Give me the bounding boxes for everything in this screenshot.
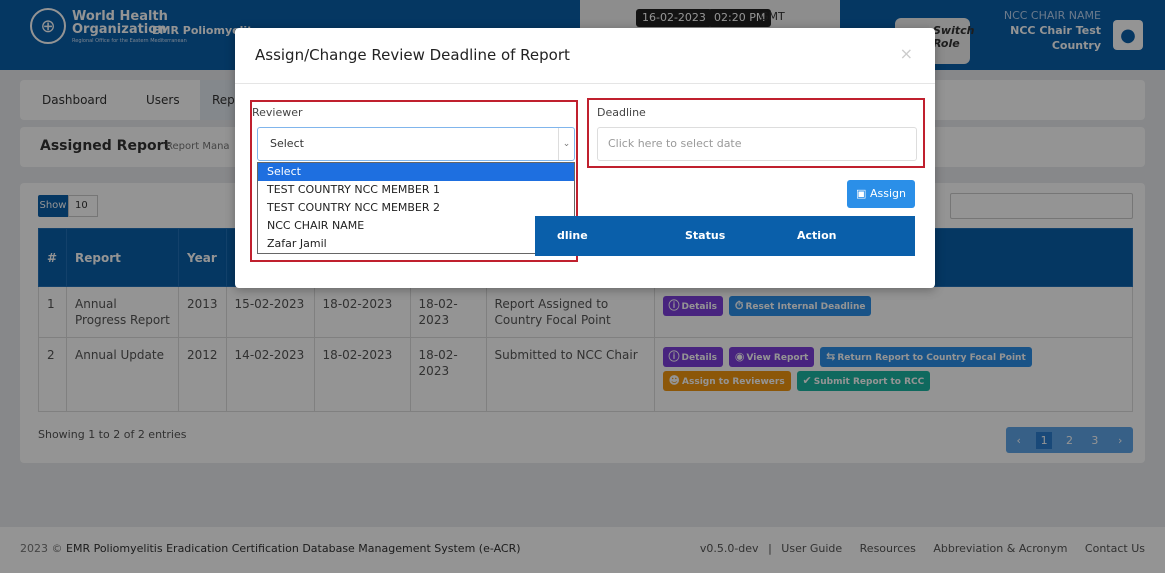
modal-title: Assign/Change Review Deadline of Report: [255, 46, 570, 64]
modal-header: Assign/Change Review Deadline of Report …: [235, 28, 935, 84]
reviewer-label: Reviewer: [252, 106, 303, 119]
reviewer-option[interactable]: Select: [258, 163, 574, 181]
close-icon[interactable]: ×: [900, 44, 913, 63]
reviewer-option[interactable]: Zafar Jamil: [258, 235, 574, 253]
deadline-field-group: Deadline Click here to select date: [587, 98, 925, 168]
reviewer-option[interactable]: NCC CHAIR NAME: [258, 217, 574, 235]
modal-col-status: Status: [685, 229, 726, 242]
reviewer-option[interactable]: TEST COUNTRY NCC MEMBER 2: [258, 199, 574, 217]
save-icon: ▣: [856, 187, 867, 200]
deadline-label: Deadline: [597, 106, 646, 119]
reviewer-dropdown-list: Select TEST COUNTRY NCC MEMBER 1 TEST CO…: [257, 162, 575, 254]
chevron-down-icon: ⌄: [558, 128, 574, 160]
assign-button[interactable]: ▣ Assign: [847, 180, 915, 208]
reviewer-field-group: Reviewer Select ⌄ Select TEST COUNTRY NC…: [250, 100, 578, 262]
modal-table-header: dline Status Action: [535, 216, 915, 256]
assign-deadline-modal: Assign/Change Review Deadline of Report …: [235, 28, 935, 288]
modal-col-action: Action: [797, 229, 837, 242]
deadline-date-input[interactable]: Click here to select date: [597, 127, 917, 161]
reviewer-select[interactable]: Select ⌄: [257, 127, 575, 161]
reviewer-option[interactable]: TEST COUNTRY NCC MEMBER 1: [258, 181, 574, 199]
modal-col-deadline: dline: [557, 229, 588, 242]
